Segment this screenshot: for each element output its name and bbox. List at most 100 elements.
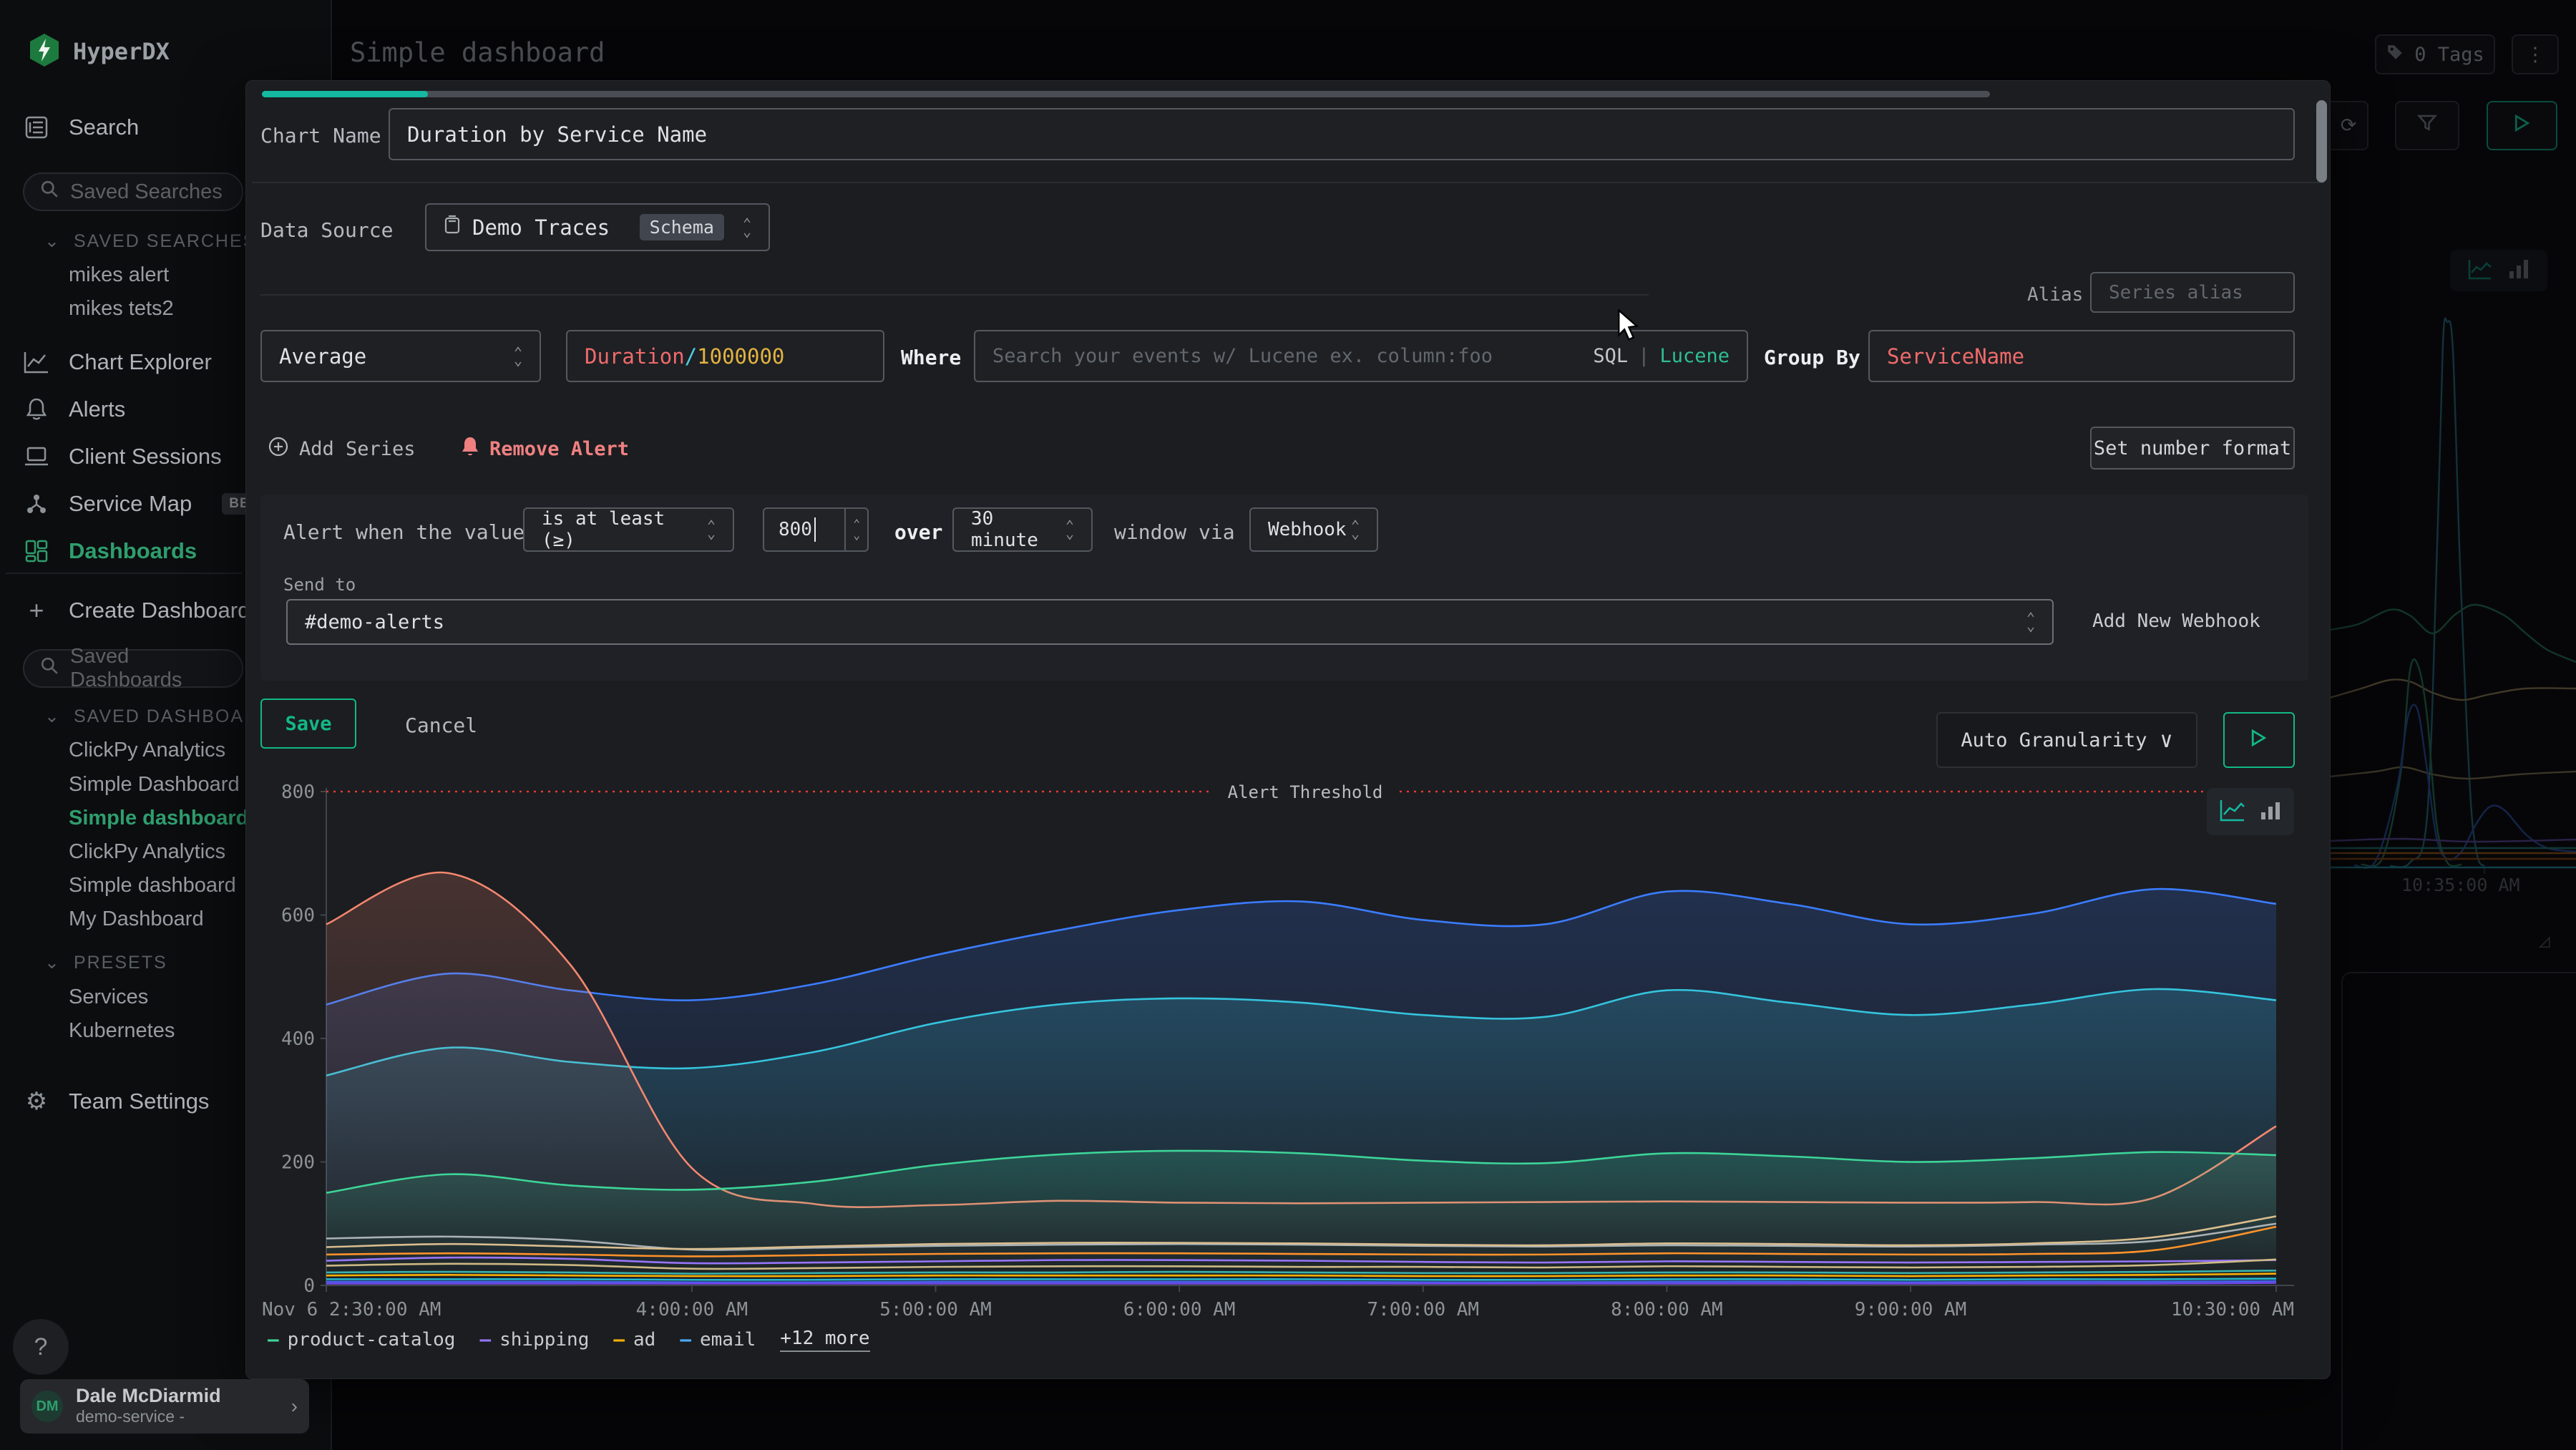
saved-searches-header[interactable]: ⌄ SAVED SEARCHES (44, 230, 256, 252)
chart-legend: —product-catalog —shipping —ad —email +1… (268, 1328, 870, 1352)
dashboards-icon (23, 539, 50, 563)
alias-input[interactable]: Series alias (2090, 272, 2295, 313)
saved-dashboards-input[interactable]: Saved Dashboards (23, 649, 243, 688)
svg-text:7:00:00 AM: 7:00:00 AM (1367, 1299, 1480, 1320)
sidebar-item-service-map[interactable]: Service Map BETA (23, 491, 275, 517)
value-token: 1000000 (697, 344, 784, 369)
dashboard-item[interactable]: Simple Dashboard (69, 773, 240, 797)
help-button[interactable]: ? (13, 1319, 69, 1375)
mouse-cursor (1616, 309, 1644, 341)
sidebar-item-team-settings[interactable]: ⚙ Team Settings (23, 1087, 209, 1116)
text-caret (814, 517, 816, 542)
sidebar-item-label: Team Settings (69, 1089, 209, 1114)
legend-swatch: — (479, 1329, 491, 1351)
svg-text:Nov 6 2:30:00 AM: Nov 6 2:30:00 AM (262, 1299, 441, 1320)
sidebar-item-label: Dashboards (69, 538, 197, 564)
gear-icon: ⚙ (23, 1087, 50, 1116)
sql-mode-button[interactable]: SQL (1593, 345, 1628, 367)
send-to-label: Send to (283, 575, 356, 595)
legend-item[interactable]: —product-catalog (268, 1329, 455, 1351)
data-source-select[interactable]: Demo Traces Schema ⌃⌄ (425, 203, 770, 251)
play-icon (2251, 729, 2267, 751)
laptop-icon (23, 446, 50, 467)
alert-prefix: Alert when the value (283, 520, 525, 544)
chevron-down-icon: ⌄ (44, 952, 61, 973)
bar-chart-icon[interactable] (2260, 799, 2281, 824)
chart-svg: 0200400600800Nov 6 2:30:00 AM4:00:00 AM5… (260, 781, 2308, 1364)
lucene-mode-button[interactable]: Lucene (1659, 345, 1729, 367)
sidebar-item-chart-explorer[interactable]: Chart Explorer (23, 349, 212, 375)
modal-scrollbar[interactable] (2316, 100, 2327, 183)
legend-swatch: — (613, 1329, 625, 1351)
alert-condition-select[interactable]: is at least (≥) ⌃⌄ (523, 507, 734, 552)
chart-name-input[interactable]: Duration by Service Name (389, 108, 2295, 160)
presets-header[interactable]: ⌄ PRESETS (44, 952, 167, 973)
number-spinner[interactable]: ⌃⌄ (844, 509, 867, 550)
aggregation-select[interactable]: Average ⌃⌄ (260, 330, 541, 382)
user-card[interactable]: DM Dale McDiarmid demo-service - › (20, 1379, 309, 1434)
brand-name: HyperDX (73, 38, 170, 65)
svg-text:6:00:00 AM: 6:00:00 AM (1123, 1299, 1236, 1320)
run-chart-button[interactable] (2223, 712, 2295, 768)
legend-item[interactable]: —shipping (479, 1329, 589, 1351)
saved-searches-input[interactable]: Saved Searches (23, 172, 243, 211)
svg-text:5:00:00 AM: 5:00:00 AM (879, 1299, 992, 1320)
svg-text:0: 0 (303, 1275, 315, 1297)
preview-chart[interactable]: 0200400600800Nov 6 2:30:00 AM4:00:00 AM5… (260, 781, 2308, 1364)
saved-search-item[interactable]: mikes tets2 (69, 297, 174, 321)
saved-search-item[interactable]: mikes alert (69, 263, 169, 287)
cancel-button[interactable]: Cancel (405, 714, 477, 737)
legend-swatch: — (680, 1329, 691, 1351)
series-divider (260, 294, 1649, 296)
dashboard-item[interactable]: ClickPy Analytics (69, 840, 225, 864)
group-by-label: Group By (1764, 346, 1860, 369)
line-chart-icon[interactable] (2220, 799, 2245, 824)
alert-channel-select[interactable]: Webhook ⌃⌄ (1249, 507, 1378, 552)
field-expression-input[interactable]: Duration/1000000 (566, 330, 884, 382)
dashboard-item[interactable]: ClickPy Analytics (69, 739, 225, 762)
search-icon (40, 180, 59, 204)
chart-type-toggle[interactable] (2207, 788, 2294, 835)
select-chevrons-icon: ⌃⌄ (1065, 522, 1074, 537)
alert-window-select[interactable]: 30 minute ⌃⌄ (952, 507, 1093, 552)
dashboard-item[interactable]: Simple dashboard (69, 874, 236, 897)
sidebar-item-search[interactable]: Search (23, 115, 139, 140)
brand[interactable]: HyperDX (29, 33, 170, 70)
svg-text:400: 400 (281, 1028, 315, 1050)
dashboard-item[interactable]: My Dashboard (69, 908, 204, 931)
legend-item[interactable]: —ad (613, 1329, 655, 1351)
save-button[interactable]: Save (260, 699, 356, 749)
legend-swatch: — (268, 1329, 279, 1351)
create-dashboard-label: Create Dashboard (69, 598, 250, 623)
modal-divider (252, 182, 2324, 183)
sidebar-item-dashboards[interactable]: Dashboards (23, 538, 197, 564)
remove-alert-button[interactable]: Remove Alert (461, 436, 629, 462)
user-subtitle: demo-service - (76, 1407, 221, 1427)
spinner-down-icon[interactable]: ⌄ (853, 530, 860, 541)
database-icon (444, 215, 461, 240)
sidebar-item-client-sessions[interactable]: Client Sessions (23, 444, 222, 469)
add-new-webhook-button[interactable]: Add New Webhook (2092, 610, 2260, 632)
hyperdx-logo-icon (29, 33, 60, 70)
svg-text:600: 600 (281, 905, 315, 927)
select-chevrons-icon: ⌃⌄ (743, 220, 751, 235)
legend-more-button[interactable]: +12 more (780, 1328, 869, 1352)
select-chevrons-icon: ⌃⌄ (514, 349, 522, 364)
svg-text:200: 200 (281, 1152, 315, 1174)
preset-item[interactable]: Kubernetes (69, 1019, 175, 1043)
chevron-down-icon: ⌄ (44, 230, 61, 252)
group-by-input[interactable]: ServiceName (1868, 330, 2295, 382)
svg-text:4:00:00 AM: 4:00:00 AM (636, 1299, 748, 1320)
sidebar-item-alerts[interactable]: Alerts (23, 396, 125, 422)
create-dashboard-button[interactable]: + Create Dashboard (23, 595, 250, 626)
preset-item[interactable]: Services (69, 986, 148, 1009)
set-number-format-button[interactable]: Set number format (2090, 427, 2295, 469)
alert-threshold-input[interactable]: 800 ⌃⌄ (763, 507, 869, 552)
add-series-button[interactable]: Add Series (268, 436, 416, 462)
granularity-select[interactable]: Auto Granularity ∨ (1936, 712, 2197, 768)
search-doc-icon (23, 115, 50, 140)
send-to-select[interactable]: #demo-alerts ⌃⌄ (286, 599, 2054, 645)
dashboard-item-active[interactable]: Simple dashboard (69, 807, 248, 830)
sidebar-item-label: Service Map (69, 491, 192, 517)
legend-item[interactable]: —email (680, 1329, 756, 1351)
